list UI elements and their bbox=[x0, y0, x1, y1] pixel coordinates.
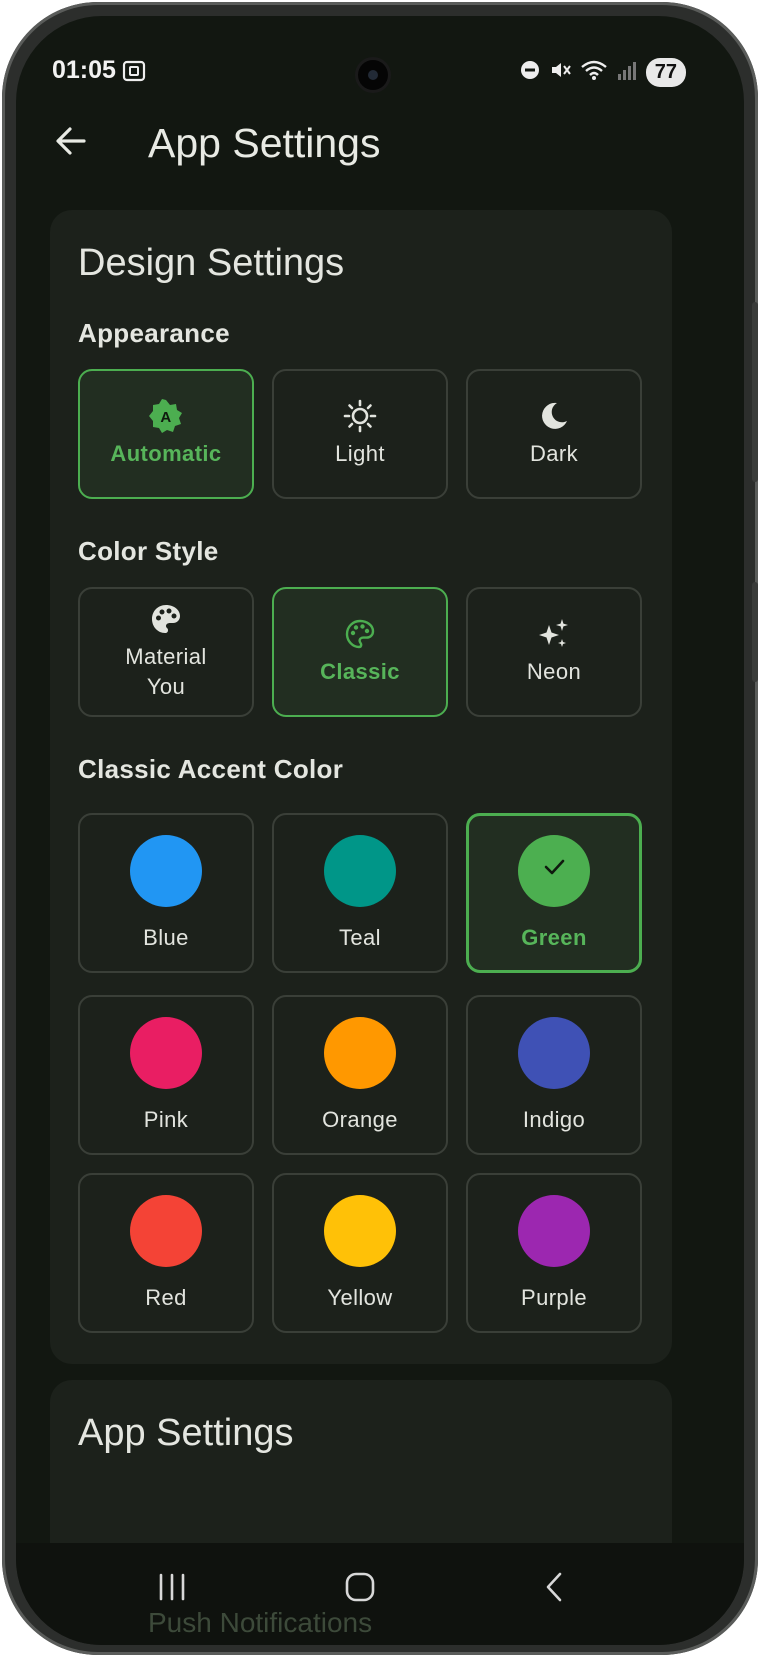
phone-frame: 01:05 77 App Settings Design Settings Ap… bbox=[2, 2, 758, 1655]
color-style-label: Color Style bbox=[78, 536, 219, 566]
page-title: App Settings bbox=[148, 120, 381, 166]
signal-icon bbox=[617, 59, 637, 86]
swatch-label: Blue bbox=[143, 925, 189, 950]
palette-filled-icon bbox=[150, 602, 182, 636]
push-notifications-item[interactable]: Push Notifications bbox=[148, 1607, 372, 1639]
color-swatch bbox=[324, 835, 396, 907]
palette-outline-icon bbox=[344, 617, 376, 651]
dnd-icon bbox=[520, 60, 540, 85]
color-swatch bbox=[324, 1195, 396, 1267]
option-label: Classic bbox=[320, 659, 400, 684]
option-label: Automatic bbox=[110, 441, 222, 466]
system-nav-bar: Push Notifications bbox=[16, 1543, 744, 1645]
back-arrow-icon[interactable] bbox=[54, 124, 88, 163]
swatch-label: Pink bbox=[143, 1107, 189, 1132]
appearance-label: Appearance bbox=[78, 318, 230, 348]
status-time: 01:05 bbox=[52, 56, 116, 84]
appearance-option-dark[interactable]: Dark bbox=[466, 369, 642, 499]
swatch-label: Indigo bbox=[522, 1107, 586, 1132]
accent-option-green[interactable]: Green bbox=[466, 813, 642, 973]
accent-option-teal[interactable]: Teal bbox=[272, 813, 448, 973]
check-icon bbox=[540, 853, 568, 889]
design-settings-card: Design Settings Appearance A Automatic L… bbox=[50, 210, 672, 1364]
power-button bbox=[752, 582, 758, 682]
color-style-option-neon[interactable]: Neon bbox=[466, 587, 642, 717]
mute-icon bbox=[549, 59, 571, 86]
brightness-auto-icon: A bbox=[149, 399, 183, 433]
card-title: App Settings bbox=[78, 1412, 294, 1454]
color-swatch bbox=[518, 835, 590, 907]
sparkles-icon bbox=[537, 617, 571, 651]
color-style-option-material-you[interactable]: Material You bbox=[78, 587, 254, 717]
screenshot-icon bbox=[122, 60, 146, 87]
color-swatch bbox=[518, 1017, 590, 1089]
card-title: Design Settings bbox=[78, 242, 345, 284]
color-swatch bbox=[130, 1017, 202, 1089]
appearance-option-automatic[interactable]: A Automatic bbox=[78, 369, 254, 499]
accent-option-orange[interactable]: Orange bbox=[272, 995, 448, 1155]
swatch-label: Green bbox=[521, 925, 587, 950]
accent-option-indigo[interactable]: Indigo bbox=[466, 995, 642, 1155]
screen: 01:05 77 App Settings Design Settings Ap… bbox=[16, 16, 744, 1645]
home-icon[interactable] bbox=[344, 1571, 376, 1608]
option-label-line1: Material bbox=[125, 644, 207, 669]
recent-apps-icon[interactable] bbox=[156, 1571, 188, 1608]
svg-text:A: A bbox=[160, 409, 171, 426]
status-bar: 01:05 77 bbox=[16, 54, 744, 94]
volume-button bbox=[752, 302, 758, 482]
option-label: Neon bbox=[526, 659, 582, 684]
swatch-label: Orange bbox=[322, 1107, 398, 1132]
swatch-label: Purple bbox=[521, 1285, 587, 1310]
wifi-icon bbox=[580, 59, 608, 86]
sun-icon bbox=[343, 399, 377, 433]
color-swatch bbox=[130, 835, 202, 907]
moon-icon bbox=[537, 399, 571, 433]
app-bar: App Settings bbox=[16, 104, 744, 184]
swatch-label: Red bbox=[145, 1285, 187, 1310]
battery-level: 77 bbox=[645, 58, 686, 87]
accent-option-pink[interactable]: Pink bbox=[78, 995, 254, 1155]
accent-option-red[interactable]: Red bbox=[78, 1173, 254, 1333]
color-swatch bbox=[518, 1195, 590, 1267]
back-nav-icon[interactable] bbox=[538, 1571, 570, 1608]
option-label-line2: You bbox=[146, 674, 186, 699]
option-label: Light bbox=[335, 441, 385, 466]
swatch-label: Teal bbox=[339, 925, 381, 950]
option-label: Dark bbox=[529, 441, 579, 466]
appearance-option-light[interactable]: Light bbox=[272, 369, 448, 499]
swatch-label: Yellow bbox=[327, 1285, 393, 1310]
color-swatch bbox=[324, 1017, 396, 1089]
color-style-option-classic[interactable]: Classic bbox=[272, 587, 448, 717]
color-swatch bbox=[130, 1195, 202, 1267]
accent-option-purple[interactable]: Purple bbox=[466, 1173, 642, 1333]
accent-option-blue[interactable]: Blue bbox=[78, 813, 254, 973]
front-camera bbox=[358, 60, 388, 90]
accent-option-yellow[interactable]: Yellow bbox=[272, 1173, 448, 1333]
accent-color-label: Classic Accent Color bbox=[78, 754, 344, 784]
